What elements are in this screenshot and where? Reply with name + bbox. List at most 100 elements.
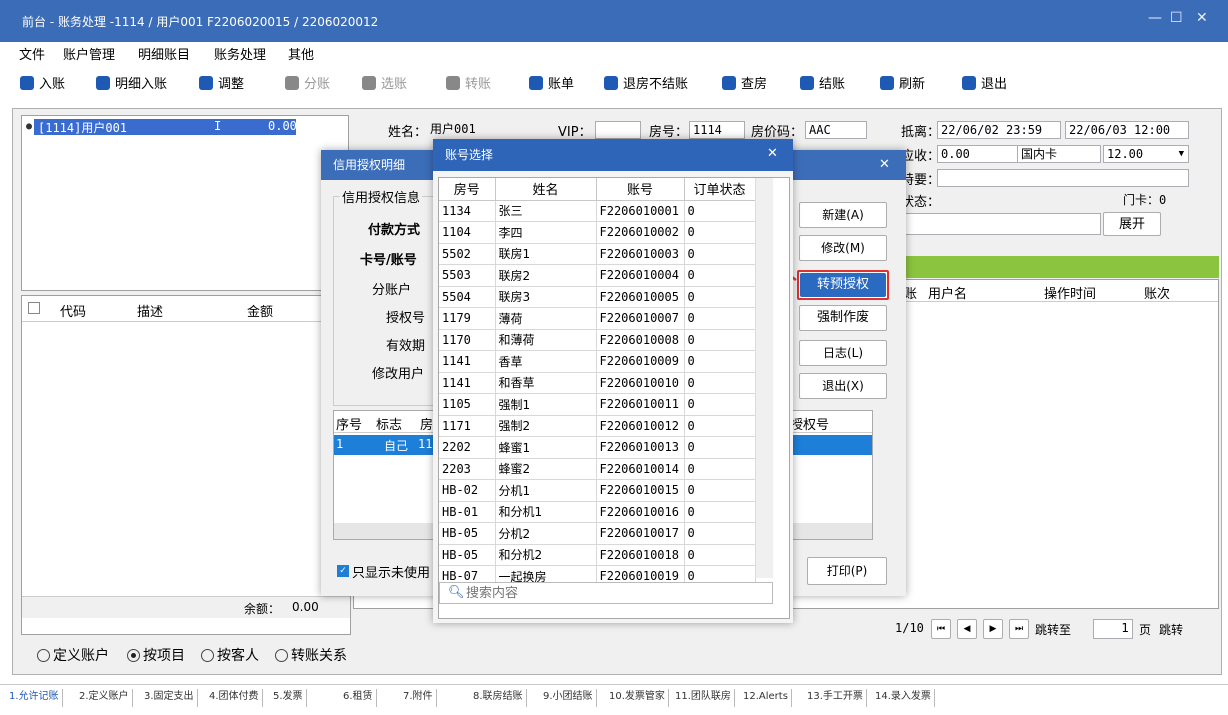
modify-button[interactable]: 修改(M) [799, 235, 887, 261]
depart-field[interactable]: 22/06/03 12:00 [1065, 121, 1189, 139]
col-desc[interactable]: 描述 [137, 301, 163, 320]
menu-account-mgmt[interactable]: 账户管理 [63, 44, 115, 63]
menu-file[interactable]: 文件 [19, 44, 45, 63]
tab-7[interactable]: 7.附件 [400, 689, 437, 707]
toolbar-exit-button[interactable]: 退出 [962, 73, 1007, 92]
table-row[interactable]: 1141 和香草 F2206010010 0 [439, 372, 756, 394]
due-field[interactable]: 0.00 [937, 145, 1019, 163]
minimize-button[interactable]: — [1148, 10, 1162, 26]
table-row[interactable]: 1105 强制1 F2206010011 0 [439, 393, 756, 416]
goto-button[interactable]: 跳转 [1159, 621, 1183, 638]
toolbar-refresh-button[interactable]: 刷新 [880, 73, 925, 92]
menu-billing[interactable]: 账务处理 [214, 44, 266, 63]
radio-option[interactable]: 按项目 [127, 645, 185, 665]
tab-12[interactable]: 12.Alerts [740, 689, 792, 707]
tab-9[interactable]: 9.小团结账 [540, 689, 597, 707]
table-row[interactable]: 1141 香草 F2206010009 0 [439, 350, 756, 373]
account-list-item[interactable]: ● [1114]用户001 I 0.00 [24, 119, 297, 135]
request-field[interactable] [937, 169, 1189, 187]
to-preauth-button[interactable]: 转预授权 [800, 273, 886, 297]
last-page-button[interactable]: ⏭ [1009, 619, 1029, 639]
vip-field[interactable] [595, 121, 641, 139]
table-row[interactable]: 1179 薄荷 F2206010007 0 [439, 307, 756, 330]
page-input[interactable]: 1 [1093, 619, 1133, 639]
table-row[interactable]: HB-05 分机2 F2206010017 0 [439, 522, 756, 545]
force-void-button[interactable]: 强制作废 [799, 305, 887, 331]
search-input[interactable] [466, 585, 756, 601]
acct-col-room[interactable]: 房号 [439, 178, 496, 201]
tab-5[interactable]: 5.发票 [270, 689, 307, 707]
tab-1[interactable]: 1.允许记账 [6, 689, 63, 707]
table-row[interactable]: 5504 联房3 F2206010005 0 [439, 286, 756, 308]
radio-option[interactable]: 转账关系 [275, 645, 347, 665]
acct-col-acct[interactable]: 账号 [596, 178, 685, 201]
table-row[interactable]: 5502 联房1 F2206010003 0 [439, 243, 756, 265]
tab-10[interactable]: 10.发票管家 [606, 689, 669, 707]
toolbar-select-button[interactable]: 选账 [362, 73, 407, 92]
prev-page-button[interactable]: ◀ [957, 619, 977, 639]
amount-select[interactable]: 12.00 ▼ [1103, 145, 1189, 163]
account-scrollbar[interactable] [755, 178, 773, 578]
rate-field[interactable]: AAC [805, 121, 867, 139]
tab-6[interactable]: 6.租赁 [340, 689, 377, 707]
grid-col-room[interactable]: 房 [420, 414, 433, 433]
tab-8[interactable]: 8.联房结账 [470, 689, 527, 707]
credit-close-icon[interactable]: ✕ [879, 157, 890, 172]
status-field[interactable] [899, 213, 1101, 235]
log-button[interactable]: 日志(L) [799, 340, 887, 366]
radio-option[interactable]: 定义账户 [37, 645, 109, 665]
select-all-checkbox[interactable] [28, 302, 40, 314]
table-row[interactable]: HB-05 和分机2 F2206010018 0 [439, 544, 756, 566]
toolbar-bill-button[interactable]: 账单 [529, 73, 574, 92]
card-type-field[interactable]: 国内卡 [1017, 145, 1101, 163]
tab-11[interactable]: 11.团队联房 [672, 689, 735, 707]
acct-col-status[interactable]: 订单状态 [684, 178, 756, 201]
toolbar-checkout-button[interactable]: 退房不结账 [604, 73, 688, 92]
table-row[interactable]: 2203 蜂蜜2 F2206010014 0 [439, 458, 756, 480]
maximize-button[interactable]: ☐ [1170, 10, 1183, 26]
table-row[interactable]: 1171 强制2 F2206010012 0 [439, 415, 756, 437]
tab-2[interactable]: 2.定义账户 [76, 689, 133, 707]
acct-col-name[interactable]: 姓名 [495, 178, 597, 201]
close-button[interactable]: ✕ [1196, 10, 1208, 26]
col-amount[interactable]: 金额 [247, 301, 273, 320]
print-button[interactable]: 打印(P) [807, 557, 887, 585]
toolbar-card-button[interactable]: 明细入账 [96, 73, 167, 92]
tab-4[interactable]: 4.团体付费 [206, 689, 263, 707]
table-row[interactable]: 5503 联房2 F2206010004 0 [439, 264, 756, 287]
log-col-user[interactable]: 用户名 [928, 283, 967, 302]
toolbar-adjust-button[interactable]: 调整 [199, 73, 244, 92]
toolbar-db-button[interactable]: 结账 [800, 73, 845, 92]
table-row[interactable]: 1104 李四 F2206010002 0 [439, 221, 756, 244]
table-row[interactable]: 2202 蜂蜜1 F2206010013 0 [439, 436, 756, 459]
menu-other[interactable]: 其他 [288, 44, 314, 63]
table-row[interactable]: 1170 和薄荷 F2206010008 0 [439, 329, 756, 351]
radio-option[interactable]: 按客人 [201, 645, 259, 665]
grid-col-flag[interactable]: 标志 [376, 414, 402, 433]
toolbar-house-button[interactable]: 查房 [722, 73, 767, 92]
tab-14[interactable]: 14.录入发票 [872, 689, 935, 707]
grid-col-seq[interactable]: 序号 [336, 414, 362, 433]
log-col-seq[interactable]: 账次 [1144, 283, 1170, 302]
col-code[interactable]: 代码 [60, 301, 86, 320]
expand-button[interactable]: 展开 [1103, 212, 1161, 236]
toolbar-transfer-button[interactable]: 转账 [446, 73, 491, 92]
first-page-button[interactable]: ⏮ [931, 619, 951, 639]
table-row[interactable]: HB-02 分机1 F2206010015 0 [439, 479, 756, 502]
table-row[interactable]: 1134 张三 F2206010001 0 [439, 200, 756, 222]
search-box[interactable]: 🔍︎ [439, 582, 773, 604]
room-field[interactable]: 1114 [689, 121, 745, 139]
grid-col-auth[interactable]: 授权号 [790, 414, 829, 433]
account-close-icon[interactable]: ✕ [767, 146, 778, 161]
table-row[interactable]: HB-01 和分机1 F2206010016 0 [439, 501, 756, 523]
name-field[interactable]: 用户001 [427, 121, 557, 139]
menu-detail[interactable]: 明细账目 [138, 44, 190, 63]
toolbar-split-button[interactable]: 分账 [285, 73, 330, 92]
arrive-field[interactable]: 22/06/02 23:59 [937, 121, 1061, 139]
next-page-button[interactable]: ▶ [983, 619, 1003, 639]
log-col-time[interactable]: 操作时间 [1044, 283, 1096, 302]
toolbar-coin-button[interactable]: 入账 [20, 73, 65, 92]
new-button[interactable]: 新建(A) [799, 202, 887, 228]
exit-button[interactable]: 退出(X) [799, 373, 887, 399]
tab-3[interactable]: 3.固定支出 [141, 689, 198, 707]
